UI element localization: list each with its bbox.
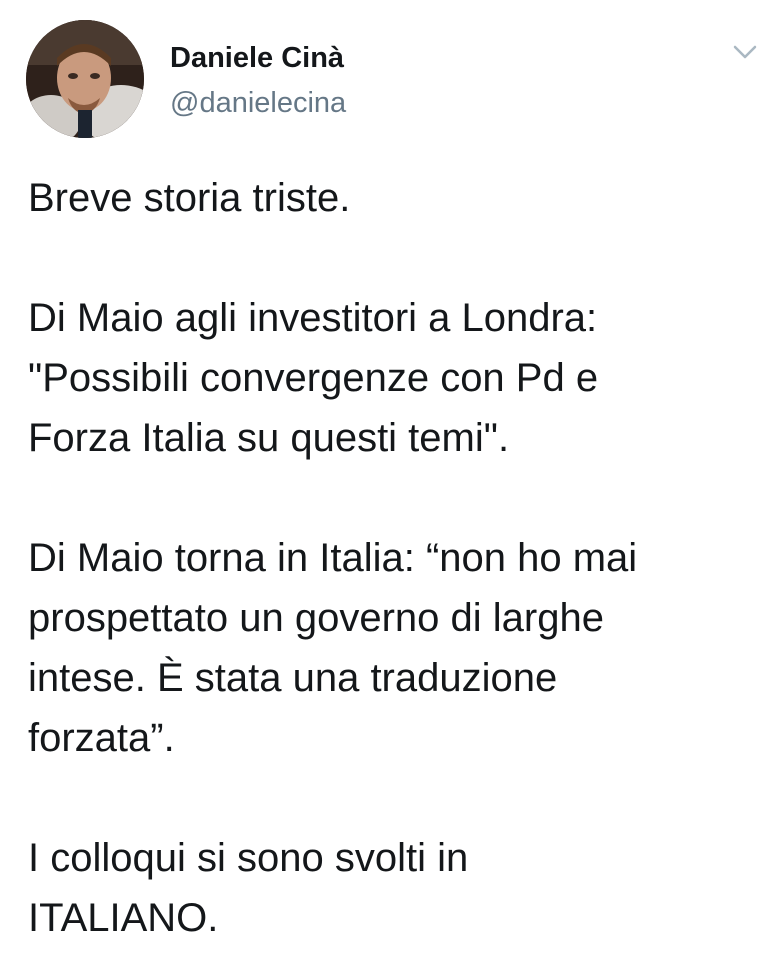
chevron-down-icon[interactable] <box>730 40 760 64</box>
tweet: Daniele Cinà @danielecina Breve storia t… <box>0 0 782 960</box>
text-line: prospettato un governo di larghe <box>28 596 604 640</box>
text-line: forzata”. <box>28 716 175 760</box>
author-name[interactable]: Daniele Cinà <box>170 42 344 75</box>
author-handle[interactable]: @danielecina <box>170 87 346 120</box>
tweet-paragraph: I colloqui si sono svolti in ITALIANO. <box>28 828 768 948</box>
text-line: intese. È stata una traduzione <box>28 656 558 700</box>
avatar[interactable] <box>26 20 144 138</box>
tweet-paragraph: Di Maio torna in Italia: “non ho mai pro… <box>28 528 768 768</box>
text-line: Forza Italia su questi temi". <box>28 416 510 460</box>
tweet-paragraph: Di Maio agli investitori a Londra: "Poss… <box>28 288 768 468</box>
text-line: Breve storia triste. <box>28 176 351 220</box>
text-line: I colloqui si sono svolti in <box>28 836 469 880</box>
tweet-text: Breve storia triste. Di Maio agli invest… <box>28 168 768 948</box>
text-line: "Possibili convergenze con Pd e <box>28 356 599 400</box>
tweet-paragraph: Breve storia triste. <box>28 168 768 228</box>
text-line: Di Maio torna in Italia: “non ho mai <box>28 536 638 580</box>
text-line: Di Maio agli investitori a Londra: <box>28 296 598 340</box>
avatar-photo <box>26 20 144 138</box>
text-line: ITALIANO. <box>28 896 219 940</box>
